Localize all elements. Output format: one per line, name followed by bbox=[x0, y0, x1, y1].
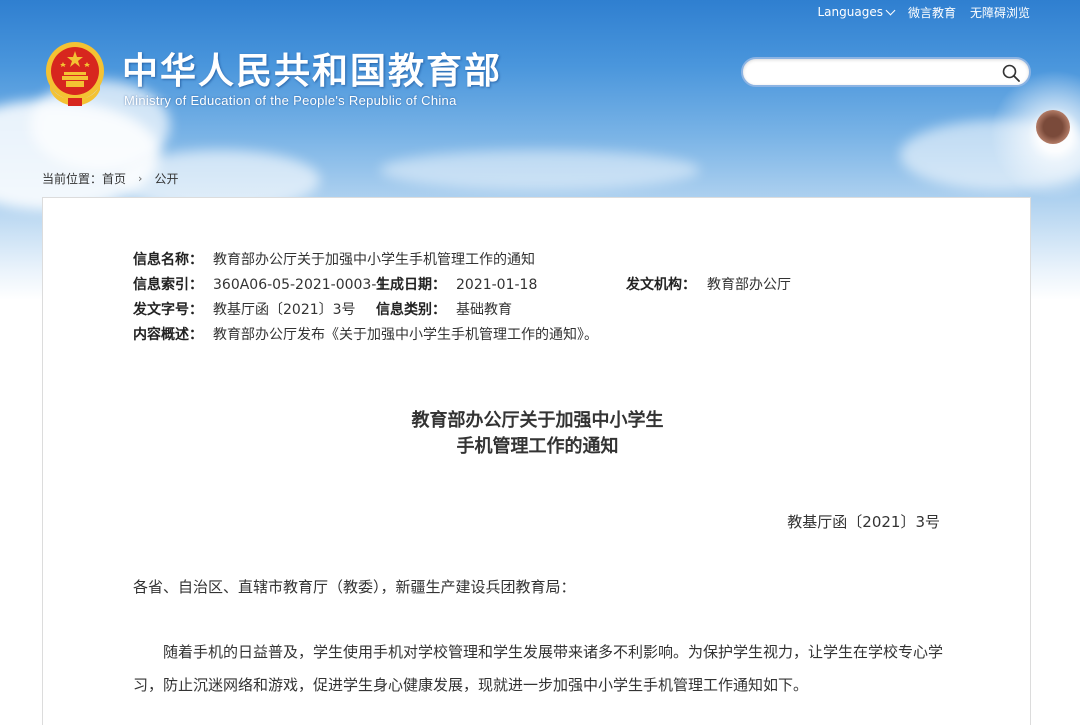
document-greeting: 各省、自治区、直辖市教育厅（教委），新疆生产建设兵团教育局： bbox=[133, 578, 576, 596]
chevron-right-icon: › bbox=[138, 172, 143, 185]
doc-number-label: 发文字号： bbox=[133, 302, 203, 318]
breadcrumb-prefix-label: 当前位置： bbox=[42, 172, 103, 186]
info-name-label: 信息名称： bbox=[133, 252, 203, 268]
summary-value: 教育部办公厅发布《关于加强中小学生手机管理工作的通知》。 bbox=[213, 327, 598, 343]
info-index-value: 360A06-05-2021-0003-1 bbox=[213, 277, 386, 293]
issuing-org-label: 发文机构： bbox=[626, 277, 696, 293]
search-input[interactable] bbox=[755, 63, 995, 83]
document-paragraph: 随着手机的日益普及，学生使用手机对学校管理和学生发展带来诸多不利影响。为保护学生… bbox=[133, 643, 944, 694]
info-category-value: 基础教育 bbox=[456, 302, 512, 318]
accessibility-link[interactable]: 无障碍浏览 bbox=[970, 4, 1030, 21]
document-number: 教基厅函〔2021〕3号 bbox=[787, 513, 940, 531]
generate-date-value: 2021-01-18 bbox=[456, 277, 538, 293]
breadcrumb-prefix: 当前位置：首页 bbox=[42, 170, 126, 187]
top-links: Languages 微言教育 无障碍浏览 bbox=[817, 4, 1030, 20]
dandelion-core bbox=[1036, 110, 1070, 144]
chevron-down-icon bbox=[885, 5, 896, 15]
doc-number-value: 教基厅函〔2021〕3号 bbox=[213, 302, 356, 318]
info-index-label: 信息索引： bbox=[133, 277, 203, 293]
content-panel: 信息名称： 教育部办公厅关于加强中小学生手机管理工作的通知 信息索引： 360A… bbox=[42, 197, 1031, 725]
site-title[interactable]: 中华人民共和国教育部 bbox=[122, 42, 502, 94]
languages-menu[interactable]: Languages bbox=[817, 5, 896, 19]
breadcrumb-current-link[interactable]: 公开 bbox=[154, 170, 178, 187]
weiyan-link[interactable]: 微言教育 bbox=[908, 4, 956, 21]
breadcrumb-home-link[interactable]: 首页 bbox=[102, 172, 126, 186]
languages-label: Languages bbox=[817, 5, 883, 19]
generate-date-label: 生成日期： bbox=[376, 277, 446, 293]
site-subtitle: Ministry of Education of the People's Re… bbox=[124, 93, 457, 108]
search-icon[interactable] bbox=[1001, 63, 1021, 83]
search-box bbox=[741, 57, 1031, 87]
national-emblem-logo[interactable] bbox=[44, 40, 106, 108]
document-title: 教育部办公厅关于加强中小学生 手机管理工作的通知 bbox=[43, 408, 1032, 460]
issuing-org-value: 教育部办公厅 bbox=[707, 277, 791, 293]
summary-label: 内容概述： bbox=[133, 327, 203, 343]
info-name-value: 教育部办公厅关于加强中小学生手机管理工作的通知 bbox=[213, 252, 535, 268]
breadcrumb: 当前位置：首页 › 公开 bbox=[42, 170, 178, 187]
document-title-line1: 教育部办公厅关于加强中小学生 bbox=[411, 410, 664, 431]
document-title-line2: 手机管理工作的通知 bbox=[456, 436, 619, 457]
cloud bbox=[380, 150, 700, 190]
info-category-label: 信息类别： bbox=[376, 302, 446, 318]
